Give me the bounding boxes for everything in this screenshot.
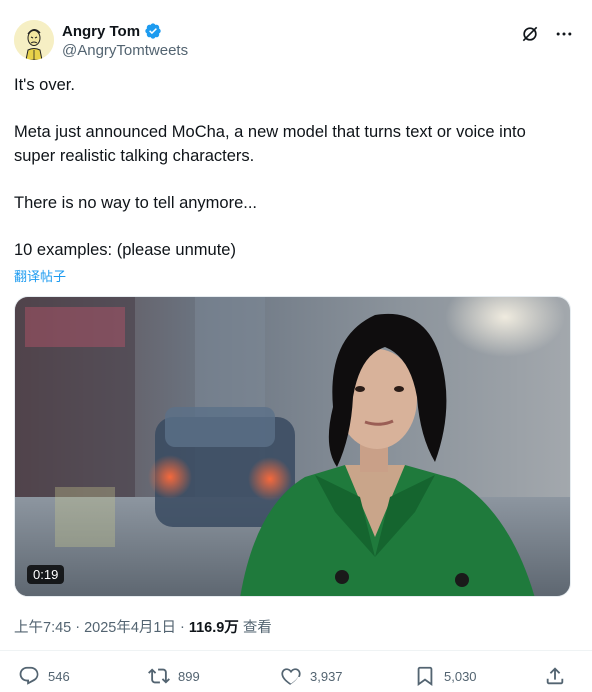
tweet-line: Meta just announced MoCha, a new model t… — [14, 123, 526, 141]
tweet-line: 10 examples: (please unmute) — [14, 240, 236, 259]
meta-separator: · — [75, 618, 81, 635]
reply-count: 546 — [48, 668, 70, 684]
action-bar: 546 899 3,937 5,030 — [14, 663, 578, 689]
divider — [0, 650, 592, 651]
share-button[interactable] — [544, 663, 574, 689]
display-name[interactable]: Angry Tom — [62, 23, 140, 40]
meta-separator: · — [179, 618, 185, 635]
views-label: 查看 — [242, 620, 272, 636]
verified-badge-icon[interactable] — [144, 22, 162, 40]
post-date[interactable]: 2025年4月1日 — [84, 616, 176, 637]
tweet-line: There is no way to tell anymore... — [14, 193, 258, 212]
video-duration: 0:19 — [27, 565, 65, 584]
video-player[interactable]: 0:19 — [14, 296, 571, 597]
tweet-line: super realistic talking characters. — [14, 146, 255, 165]
author-names: Angry Tom @AngryTomtweets — [62, 20, 188, 60]
tweet-header: Angry Tom @AngryTomtweets — [14, 18, 578, 66]
more-options-icon[interactable] — [550, 22, 578, 46]
reply-button[interactable]: 546 — [18, 663, 70, 689]
avatar[interactable] — [14, 20, 54, 60]
repost-icon — [148, 668, 170, 684]
translate-post-link[interactable]: 翻译帖子 — [14, 266, 66, 285]
tweet-meta: 上午7:45 · 2025年4月1日 · 116.9万 查看 — [14, 616, 272, 637]
reply-icon — [19, 666, 39, 685]
bookmark-icon — [417, 666, 433, 687]
heart-icon — [281, 668, 301, 686]
repost-count: 899 — [178, 668, 200, 684]
cartoon-man-avatar-icon — [14, 20, 54, 60]
view-count: 116.9万 — [188, 620, 239, 636]
video-thumbnail — [15, 297, 570, 596]
post-time[interactable]: 上午7:45 — [14, 616, 71, 637]
share-icon — [546, 667, 564, 685]
author-handle[interactable]: @AngryTomtweets — [62, 42, 188, 59]
tweet-line: It's over. — [14, 76, 75, 94]
repost-button[interactable]: 899 — [148, 663, 200, 689]
like-count: 3,937 — [310, 668, 343, 684]
like-button[interactable]: 3,937 — [280, 663, 343, 689]
grok-icon[interactable] — [518, 22, 542, 46]
bookmark-count: 5,030 — [444, 668, 477, 684]
tweet-text: It's over. Meta just announced MoCha, a … — [14, 74, 574, 262]
bookmark-button[interactable]: 5,030 — [414, 663, 477, 689]
